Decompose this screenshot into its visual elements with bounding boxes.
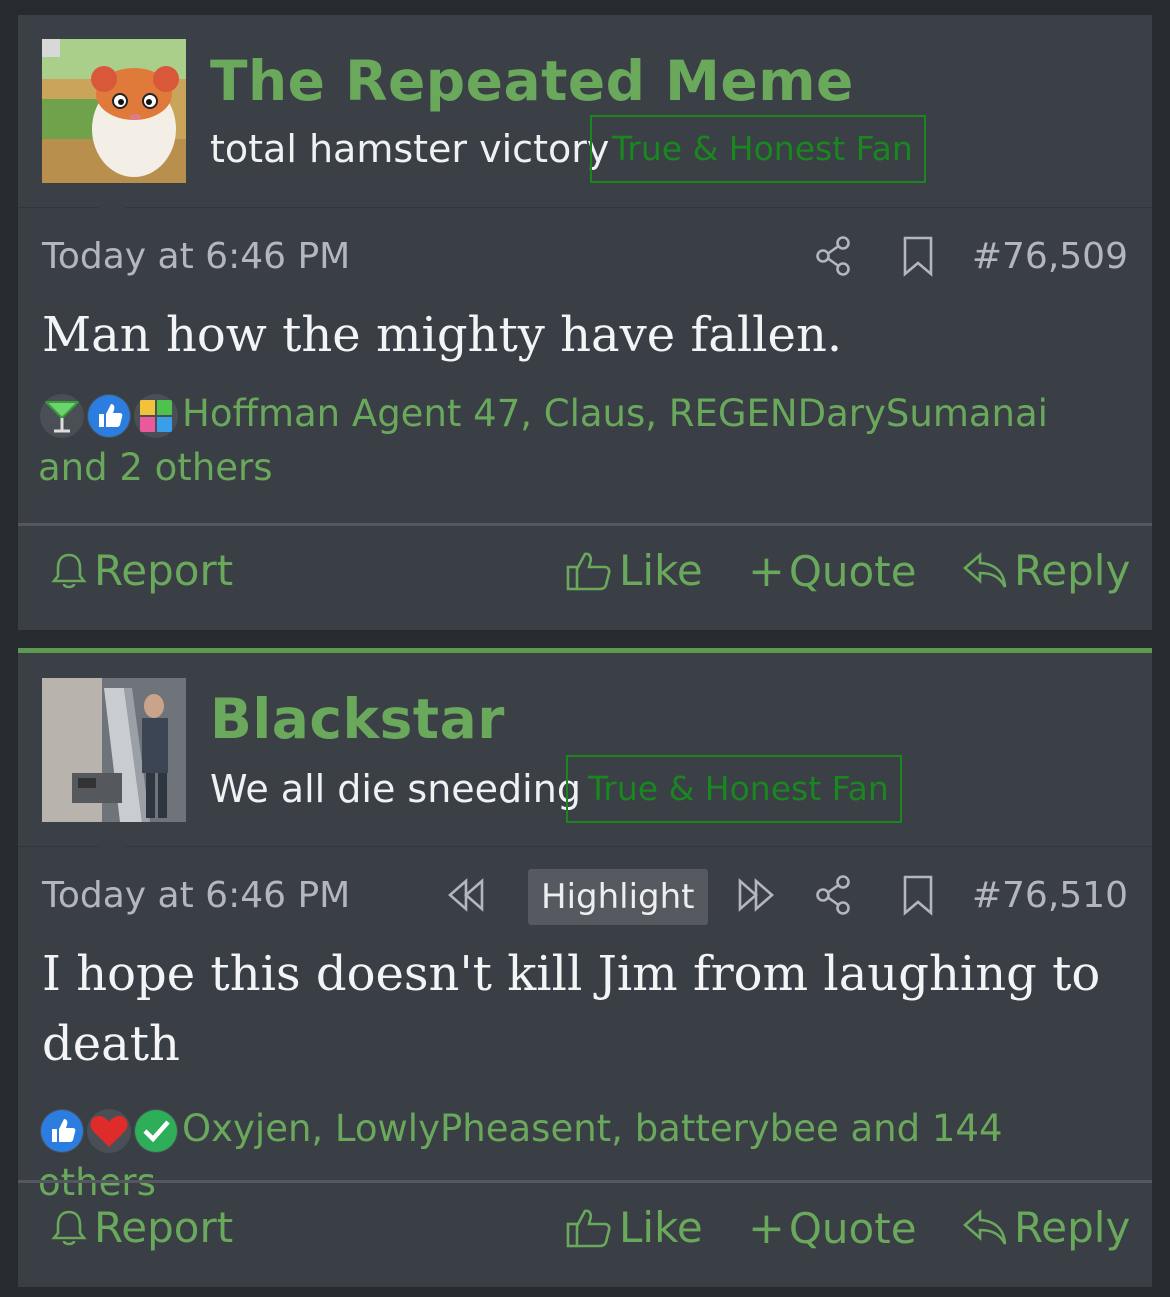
post-number[interactable]: #76,510	[972, 875, 1128, 916]
like-label: Like	[619, 546, 703, 595]
share-icon[interactable]	[812, 234, 856, 278]
post-header: Blackstar We all die sneeding True & Hon…	[18, 653, 1152, 846]
reply-label: Reply	[1014, 546, 1131, 595]
post-timestamp[interactable]: Today at 6:46 PM	[42, 875, 350, 916]
thumbs-up-outline-icon	[566, 552, 611, 590]
bookmark-icon[interactable]	[896, 873, 940, 917]
checkmark-icon	[132, 1106, 180, 1155]
reaction-icons	[38, 390, 180, 442]
post-header: The Repeated Meme total hamster victory …	[18, 15, 1152, 207]
reply-arrow-icon	[963, 551, 1007, 588]
like-button[interactable]: Like	[565, 1203, 703, 1252]
report-button[interactable]: Report	[50, 1203, 233, 1252]
reactions-summary[interactable]: Hoffman Agent 47, Claus, REGENDarySumana…	[38, 388, 1128, 494]
reaction-icons	[38, 1105, 180, 1157]
reply-arrow-icon	[963, 1208, 1007, 1245]
reply-label: Reply	[1014, 1203, 1131, 1252]
post-actions: Report Like + Quote Reply	[18, 526, 1152, 626]
report-label: Report	[94, 1203, 234, 1252]
plus-icon: +	[748, 1203, 785, 1254]
user-title: total hamster victory	[210, 127, 610, 171]
user-banner-badge: True & Honest Fan	[566, 755, 902, 823]
username[interactable]: Blackstar	[210, 687, 505, 751]
post-76510: Blackstar We all die sneeding True & Hon…	[18, 648, 1152, 1287]
user-title: We all die sneeding	[210, 767, 581, 811]
thumbs-up-outline-icon	[566, 1209, 611, 1247]
post-message: I hope this doesn't kill Jim from laughi…	[42, 939, 1100, 1079]
avatar[interactable]	[42, 678, 186, 822]
post-message: Man how the mighty have fallen.	[42, 300, 842, 370]
user-banner-badge: True & Honest Fan	[590, 115, 926, 183]
puzzle-icon	[132, 391, 180, 440]
post-number[interactable]: #76,509	[972, 236, 1128, 277]
highlight-button[interactable]: Highlight	[528, 869, 708, 925]
reactions-text[interactable]: Hoffman Agent 47, Claus, REGENDarySumana…	[38, 392, 1048, 489]
bell-icon	[51, 553, 87, 588]
share-icon[interactable]	[812, 873, 856, 917]
quote-label: Quote	[788, 547, 917, 596]
post-76509: The Repeated Meme total hamster victory …	[18, 15, 1152, 630]
person-photo-avatar-image	[42, 678, 186, 822]
post-body: Today at 6:46 PM #76,509 Man how the mig…	[18, 194, 1152, 630]
message-line: Man how the mighty have fallen.	[42, 307, 843, 363]
report-button[interactable]: Report	[50, 546, 233, 595]
reply-button[interactable]: Reply	[962, 546, 1130, 595]
thumbs-up-icon	[85, 391, 133, 440]
bookmark-icon[interactable]	[896, 234, 940, 278]
post-body: Today at 6:46 PM Highlight #76,510 I hop…	[18, 833, 1152, 1287]
like-button[interactable]: Like	[565, 546, 703, 595]
like-label: Like	[619, 1203, 703, 1252]
quote-button[interactable]: + Quote	[748, 1203, 917, 1254]
quote-label: Quote	[788, 1204, 917, 1253]
message-line: death	[42, 1016, 180, 1072]
heart-icon	[85, 1106, 133, 1155]
previous-highlight-icon[interactable]	[444, 873, 488, 917]
avatar[interactable]	[42, 39, 186, 183]
bell-icon	[51, 1210, 87, 1245]
reply-button[interactable]: Reply	[962, 1203, 1130, 1252]
quote-button[interactable]: + Quote	[748, 546, 917, 597]
avatar-pointer	[98, 194, 126, 208]
plus-icon: +	[748, 546, 785, 597]
post-timestamp[interactable]: Today at 6:46 PM	[42, 236, 350, 277]
next-highlight-icon[interactable]	[734, 873, 778, 917]
hamster-avatar-image	[42, 39, 186, 183]
username[interactable]: The Repeated Meme	[210, 49, 854, 113]
thumbs-up-icon	[38, 1106, 86, 1155]
cocktail-icon	[38, 391, 86, 440]
message-line: I hope this doesn't kill Jim from laughi…	[42, 946, 1101, 1002]
report-label: Report	[94, 546, 234, 595]
post-actions: Report Like + Quote Reply	[18, 1183, 1152, 1283]
avatar-pointer	[98, 833, 126, 847]
